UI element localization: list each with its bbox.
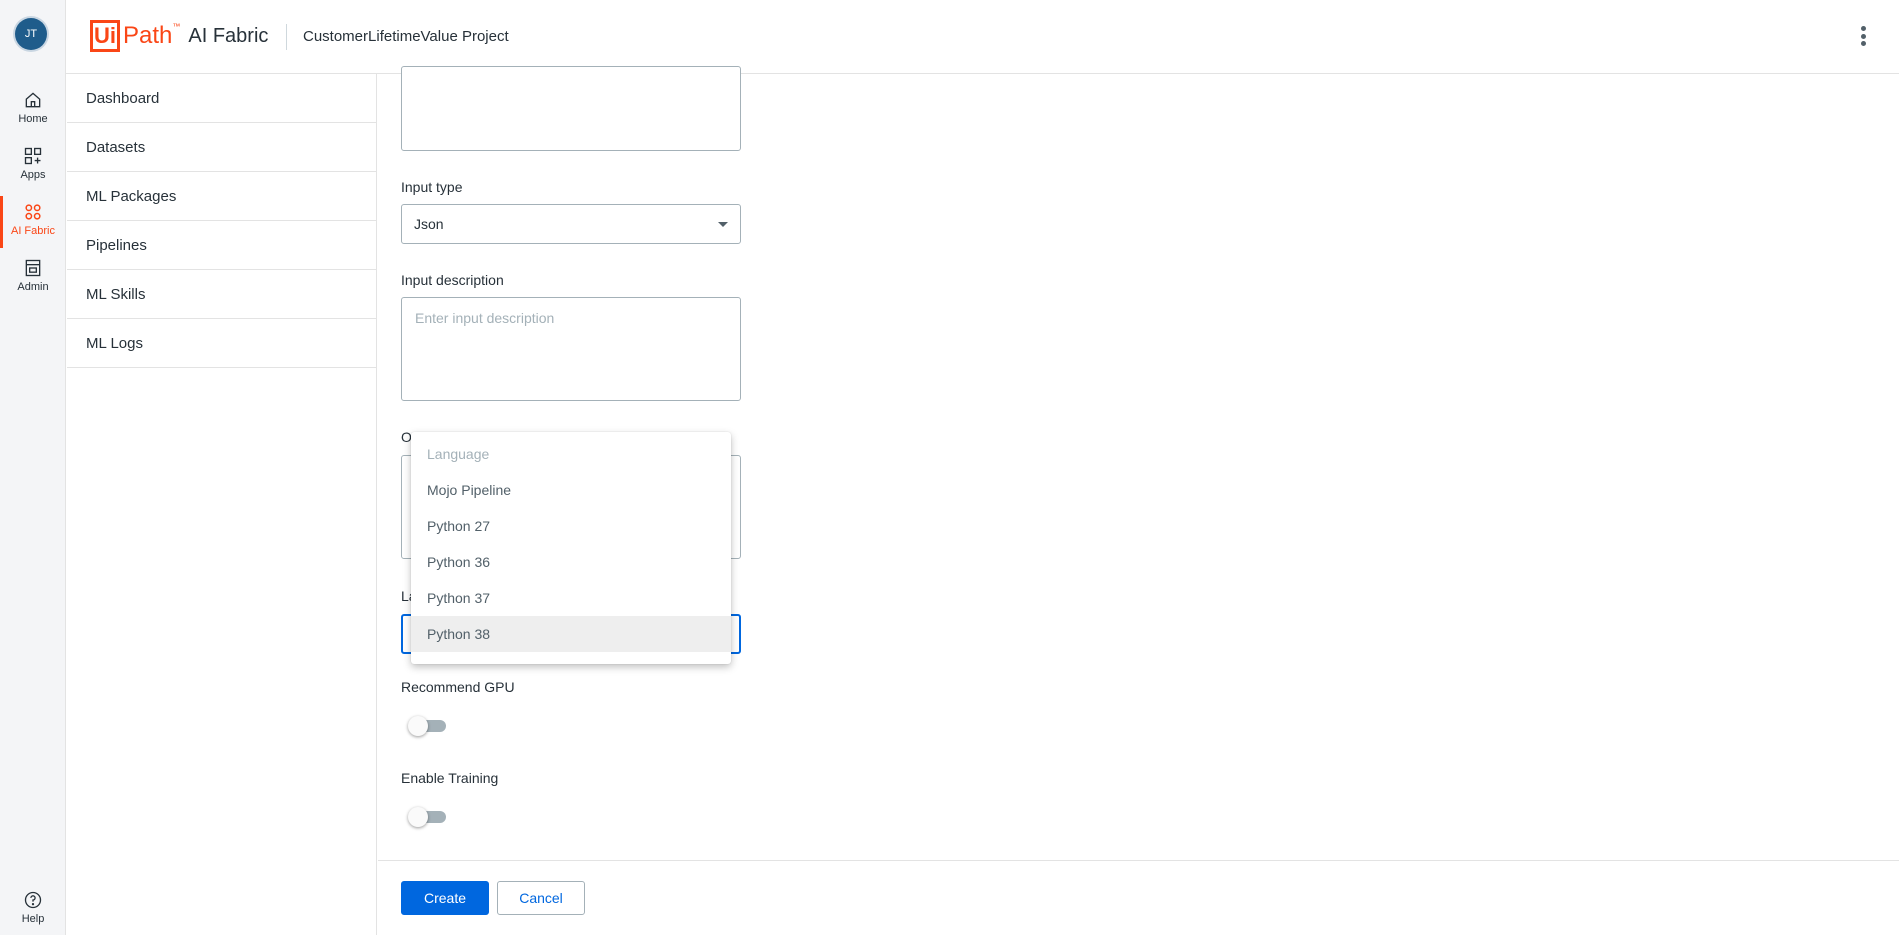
user-avatar[interactable]: JT [15, 18, 47, 50]
logo-trademark: ™ [172, 22, 181, 31]
rail-item-apps[interactable]: Apps [0, 142, 66, 194]
more-options-icon[interactable] [1857, 24, 1869, 48]
input-description-textarea[interactable]: Enter input description [401, 297, 741, 401]
left-rail: JT Home Apps AI Fabric Admin Help [0, 0, 66, 935]
nav-item-dashboard[interactable]: Dashboard [67, 74, 376, 123]
rail-item-label: Admin [17, 281, 49, 293]
form-footer: Create Cancel [378, 860, 1899, 935]
menu-item-python-36[interactable]: Python 36 [411, 544, 731, 580]
rail-item-home[interactable]: Home [0, 86, 66, 138]
menu-item-python-27[interactable]: Python 27 [411, 508, 731, 544]
project-name: CustomerLifetimeValue Project [303, 28, 509, 45]
input-type-label: Input type [401, 179, 463, 195]
admin-icon [25, 259, 41, 277]
project-sidenav: Dashboard Datasets ML Packages Pipelines… [67, 74, 377, 935]
rail-item-ai-fabric[interactable]: AI Fabric [0, 196, 66, 250]
rail-item-admin[interactable]: Admin [0, 254, 66, 306]
rail-item-label: AI Fabric [10, 225, 55, 237]
input-type-select[interactable]: Json [401, 204, 741, 244]
chevron-down-icon [718, 222, 728, 227]
rail-item-label: Home [18, 113, 48, 125]
menu-item-mojo-pipeline[interactable]: Mojo Pipeline [411, 472, 731, 508]
nav-item-pipelines[interactable]: Pipelines [67, 221, 376, 270]
nav-item-ml-logs[interactable]: ML Logs [67, 319, 376, 368]
input-description-label: Input description [401, 272, 504, 288]
create-button[interactable]: Create [401, 881, 489, 915]
enable-training-toggle[interactable] [408, 805, 446, 827]
app-header: Ui Path ™ AI Fabric CustomerLifetimeValu… [66, 0, 1899, 74]
rail-item-label: Apps [20, 169, 46, 181]
enable-training-label: Enable Training [401, 770, 499, 786]
ai-fabric-icon [25, 204, 41, 220]
recommend-gpu-toggle[interactable] [408, 714, 446, 736]
logo-path: Path [123, 22, 173, 49]
nav-item-ml-packages[interactable]: ML Packages [67, 172, 376, 221]
header-divider [286, 24, 287, 50]
home-icon [25, 92, 41, 108]
rail-item-label: Help [21, 913, 45, 925]
menu-item-python-38[interactable]: Python 38 [411, 616, 731, 652]
input-type-value: Json [414, 216, 444, 232]
nav-item-datasets[interactable]: Datasets [67, 123, 376, 172]
description-textarea[interactable] [401, 66, 741, 151]
apps-icon [24, 147, 42, 165]
menu-item-python-37[interactable]: Python 37 [411, 580, 731, 616]
input-description-placeholder: Enter input description [415, 310, 555, 326]
cancel-button[interactable]: Cancel [497, 881, 585, 915]
menu-item-placeholder: Language [427, 446, 490, 462]
product-name: AI Fabric [188, 24, 269, 47]
rail-item-help[interactable]: Help [0, 886, 66, 938]
recommend-gpu-label: Recommend GPU [401, 679, 515, 695]
language-dropdown-menu: Language Mojo Pipeline Python 27 Python … [411, 432, 731, 664]
nav-item-ml-skills[interactable]: ML Skills [67, 270, 376, 319]
help-icon [24, 891, 42, 909]
logo-ui: Ui [90, 20, 120, 52]
uipath-logo[interactable]: Ui Path ™ AI Fabric [90, 20, 268, 52]
